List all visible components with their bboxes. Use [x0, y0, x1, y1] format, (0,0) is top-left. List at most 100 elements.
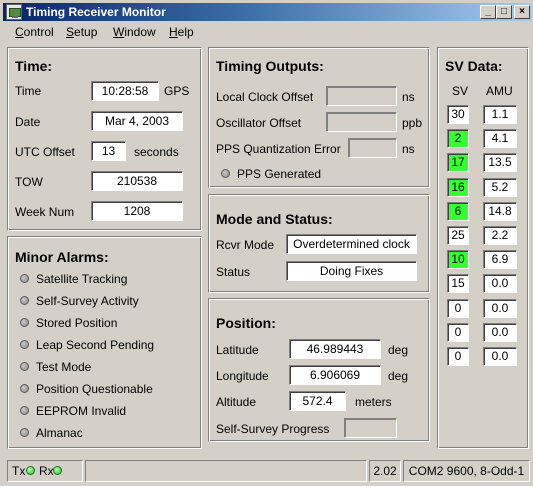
- tx-rx-indicator: Tx Rx: [7, 460, 83, 482]
- menu-bar: Control Setup Window Help: [3, 22, 532, 42]
- sv-data-panel: SV Data: SV AMU 30 1.1 2 4.1 17 13.5 16 5.2 6 14.…: [437, 47, 529, 449]
- week-num-field: 1208: [91, 201, 183, 221]
- maximize-button[interactable]: □: [496, 5, 512, 19]
- pps-quantization-error-label: PPS Quantization Error: [216, 142, 341, 156]
- date-label: Date: [15, 115, 41, 129]
- alarm-label: Satellite Tracking: [36, 272, 128, 286]
- amu-value: 6.9: [483, 250, 517, 270]
- alarm-label: Almanac: [36, 426, 83, 440]
- longitude-label: Longitude: [216, 369, 269, 383]
- altitude-field: 572.4: [289, 391, 346, 411]
- time-panel: Time: Time 10:28:58 GPS Date Mar 4, 2003…: [7, 47, 202, 231]
- minor-alarms-title: Minor Alarms:: [15, 249, 109, 265]
- latitude-unit: deg: [388, 343, 409, 357]
- oscillator-offset-field: [326, 112, 397, 132]
- menu-setup[interactable]: Setup: [66, 25, 97, 39]
- status-field: Doing Fixes: [286, 261, 417, 281]
- utc-offset-field: 13: [91, 141, 126, 161]
- close-icon: ×: [519, 6, 525, 17]
- alarm-led-icon: [20, 274, 29, 283]
- sv-data-title: SV Data:: [445, 58, 503, 74]
- alarm-led-icon: [20, 428, 29, 437]
- time-label: Time: [15, 84, 42, 98]
- alarm-led-icon: [20, 362, 29, 371]
- alarm-label: Stored Position: [36, 316, 118, 330]
- status-message-area: [85, 460, 367, 482]
- time-panel-title: Time:: [15, 58, 53, 74]
- minor-alarms-panel: Minor Alarms: Satellite Tracking Self-Sur…: [7, 236, 202, 449]
- local-clock-offset-unit: ns: [402, 90, 415, 104]
- longitude-unit: deg: [388, 369, 409, 383]
- sv-number: 2: [447, 129, 469, 149]
- menu-window[interactable]: Window: [113, 25, 156, 39]
- self-survey-progress-field: [344, 418, 397, 438]
- alarm-led-icon: [20, 318, 29, 327]
- amu-column-header: AMU: [486, 84, 513, 98]
- sv-number: 17: [447, 153, 469, 173]
- amu-value: 2.2: [483, 226, 517, 245]
- time-unit: GPS: [164, 84, 190, 98]
- amu-value: 4.1: [483, 129, 517, 149]
- app-window: Timing Receiver Monitor _ □ × Control Se…: [0, 0, 533, 486]
- menu-help[interactable]: Help: [169, 25, 194, 39]
- sv-number: 0: [447, 322, 469, 342]
- alarm-led-icon: [20, 296, 29, 305]
- latitude-label: Latitude: [216, 343, 259, 357]
- alarm-led-icon: [20, 340, 29, 349]
- self-survey-progress-label: Self-Survey Progress: [216, 422, 330, 436]
- rcvr-mode-label: Rcvr Mode: [216, 238, 275, 252]
- pps-generated-led-icon: [221, 169, 230, 178]
- oscillator-offset-label: Oscillator Offset: [216, 116, 302, 130]
- timing-outputs-panel: Timing Outputs: Local Clock Offset ns Os…: [208, 47, 430, 188]
- version-cell: 2.02: [369, 460, 401, 482]
- alarm-label: Test Mode: [36, 360, 92, 374]
- sv-number: 0: [447, 298, 469, 318]
- amu-value: 1.1: [483, 105, 517, 124]
- utc-offset-label: UTC Offset: [15, 145, 75, 159]
- utc-offset-unit: seconds: [134, 145, 179, 159]
- tx-led-icon: [26, 466, 35, 475]
- latitude-field: 46.989443: [289, 339, 381, 359]
- position-title: Position:: [216, 315, 276, 331]
- sv-number: 6: [447, 201, 469, 221]
- pps-quantization-error-unit: ns: [402, 142, 415, 156]
- rcvr-mode-field: Overdetermined clock: [286, 234, 417, 254]
- amu-value: 0.0: [483, 347, 517, 366]
- amu-value: 0.0: [483, 322, 517, 342]
- alarm-label: Self-Survey Activity: [36, 294, 139, 308]
- pps-quantization-error-field: [348, 138, 397, 158]
- rx-label: Rx: [39, 464, 54, 478]
- alarm-label: Position Questionable: [36, 382, 153, 396]
- minimize-icon: _: [485, 6, 491, 17]
- amu-value: 14.8: [483, 201, 517, 221]
- sv-number: 30: [447, 105, 469, 124]
- tow-field: 210538: [91, 171, 183, 191]
- amu-value: 0.0: [483, 274, 517, 294]
- amu-value: 0.0: [483, 298, 517, 318]
- longitude-field: 6.906069: [289, 365, 381, 385]
- sv-number: 0: [447, 347, 469, 366]
- status-label: Status: [216, 265, 251, 279]
- date-field: Mar 4, 2003: [91, 111, 183, 131]
- local-clock-offset-field: [326, 86, 397, 106]
- amu-value: 13.5: [483, 153, 517, 173]
- sv-number: 25: [447, 226, 469, 245]
- alarm-led-icon: [20, 384, 29, 393]
- rx-led-icon: [53, 466, 62, 475]
- maximize-icon: □: [500, 6, 508, 17]
- oscillator-offset-unit: ppb: [402, 116, 423, 130]
- local-clock-offset-label: Local Clock Offset: [216, 90, 314, 104]
- title-bar[interactable]: Timing Receiver Monitor _ □ ×: [3, 3, 532, 21]
- mode-status-panel: Mode and Status: Rcvr Mode Overdetermine…: [208, 194, 430, 293]
- sv-column-header: SV: [452, 84, 469, 98]
- mode-status-title: Mode and Status:: [216, 211, 333, 227]
- port-cell: COM2 9600, 8-Odd-1: [403, 460, 530, 482]
- tow-label: TOW: [15, 175, 43, 189]
- minimize-button[interactable]: _: [480, 5, 496, 19]
- timing-outputs-title: Timing Outputs:: [216, 58, 324, 74]
- alarm-label: Leap Second Pending: [36, 338, 155, 352]
- close-button[interactable]: ×: [514, 5, 530, 19]
- time-field: 10:28:58: [91, 81, 159, 101]
- window-title: Timing Receiver Monitor: [26, 5, 166, 19]
- menu-control[interactable]: Control: [15, 25, 54, 39]
